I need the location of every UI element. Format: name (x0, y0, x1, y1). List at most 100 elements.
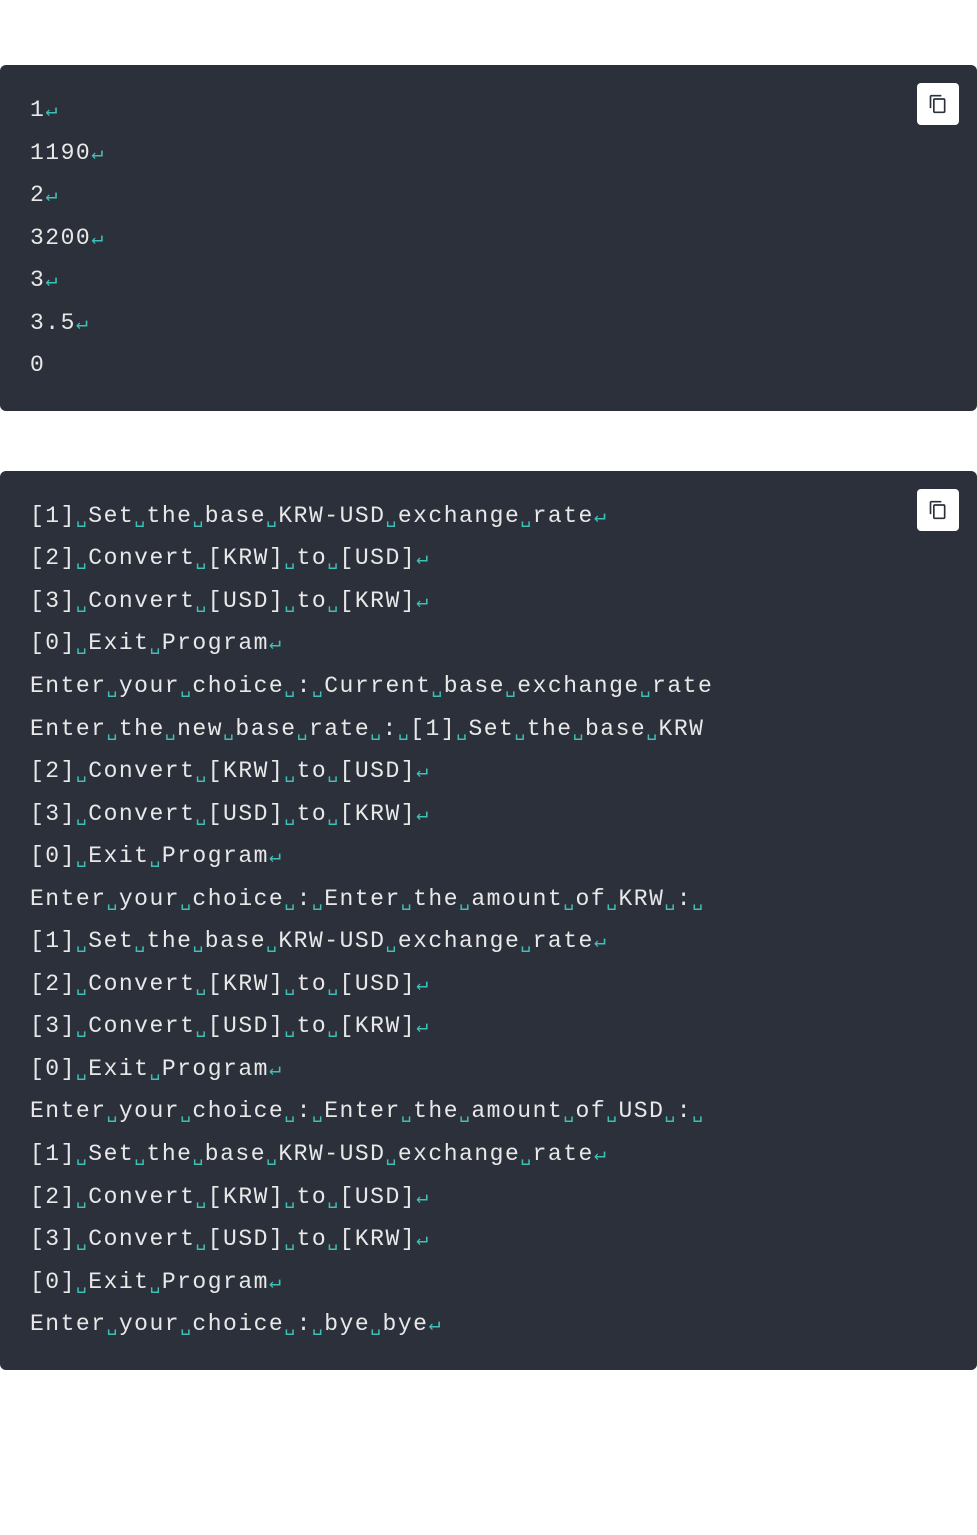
whitespace-marker (327, 588, 339, 614)
whitespace-marker (107, 673, 119, 699)
whitespace-marker (431, 673, 443, 699)
whitespace-marker (664, 1098, 676, 1124)
newline-marker (45, 97, 59, 123)
whitespace-marker (76, 758, 88, 784)
whitespace-marker (327, 758, 339, 784)
whitespace-marker (606, 1098, 618, 1124)
newline-marker (416, 588, 430, 614)
whitespace-marker (297, 716, 309, 742)
whitespace-marker (646, 716, 658, 742)
whitespace-marker (223, 716, 235, 742)
whitespace-marker (195, 1226, 207, 1252)
whitespace-marker (195, 1184, 207, 1210)
code-line: 0 (30, 344, 947, 387)
whitespace-marker (312, 1311, 324, 1337)
whitespace-marker (192, 503, 204, 529)
whitespace-marker (195, 971, 207, 997)
newline-marker (269, 630, 283, 656)
code-line: 3 (30, 259, 947, 302)
code-line: [1]SetthebaseKRW-USDexchangerate (30, 1133, 947, 1176)
code-line: Enteryourchoice:EntertheamountofUSD: (30, 1090, 947, 1133)
whitespace-marker (385, 1141, 397, 1167)
newline-marker (416, 971, 430, 997)
whitespace-marker (385, 503, 397, 529)
whitespace-marker (284, 886, 296, 912)
whitespace-marker (149, 1269, 161, 1295)
whitespace-marker (401, 886, 413, 912)
copy-button[interactable] (917, 83, 959, 125)
newline-marker (428, 1311, 442, 1337)
whitespace-marker (284, 801, 296, 827)
whitespace-marker (76, 1269, 88, 1295)
code-line: [0]ExitProgram (30, 835, 947, 878)
whitespace-marker (284, 588, 296, 614)
whitespace-marker (107, 716, 119, 742)
whitespace-marker (284, 1013, 296, 1039)
code-line: Enteryourchoice:Currentbaseexchangerate (30, 665, 947, 708)
whitespace-marker (165, 716, 177, 742)
copy-icon (928, 500, 948, 520)
input-code-block: 111902320033.50 (0, 65, 977, 411)
whitespace-marker (76, 1226, 88, 1252)
whitespace-marker (370, 1311, 382, 1337)
whitespace-marker (149, 843, 161, 869)
code-line: [3]Convert[USD]to[KRW] (30, 580, 947, 623)
whitespace-marker (692, 1098, 704, 1124)
newline-marker (416, 801, 430, 827)
whitespace-marker (180, 1098, 192, 1124)
whitespace-marker (312, 886, 324, 912)
code-line: Enteryourchoice:byebye (30, 1303, 947, 1346)
newline-marker (594, 503, 608, 529)
whitespace-marker (573, 716, 585, 742)
whitespace-marker (640, 673, 652, 699)
whitespace-marker (284, 758, 296, 784)
code-line: [2]Convert[KRW]to[USD] (30, 537, 947, 580)
code-line: 3200 (30, 217, 947, 260)
code-line: [2]Convert[KRW]to[USD] (30, 1176, 947, 1219)
whitespace-marker (398, 716, 410, 742)
whitespace-marker (180, 886, 192, 912)
code-line: 2 (30, 174, 947, 217)
whitespace-marker (327, 545, 339, 571)
whitespace-marker (149, 1056, 161, 1082)
whitespace-marker (327, 1013, 339, 1039)
code-line: [0]ExitProgram (30, 622, 947, 665)
whitespace-marker (192, 1141, 204, 1167)
whitespace-marker (284, 1226, 296, 1252)
whitespace-marker (327, 1226, 339, 1252)
newline-marker (269, 1269, 283, 1295)
whitespace-marker (195, 545, 207, 571)
whitespace-marker (520, 1141, 532, 1167)
copy-button[interactable] (917, 489, 959, 531)
whitespace-marker (149, 630, 161, 656)
whitespace-marker (312, 1098, 324, 1124)
whitespace-marker (664, 886, 676, 912)
whitespace-marker (327, 1184, 339, 1210)
code-line: [3]Convert[USD]to[KRW] (30, 793, 947, 836)
code-line: [3]Convert[USD]to[KRW] (30, 1005, 947, 1048)
newline-marker (91, 225, 105, 251)
whitespace-marker (266, 1141, 278, 1167)
whitespace-marker (284, 1098, 296, 1124)
whitespace-marker (195, 801, 207, 827)
newline-marker (45, 182, 59, 208)
whitespace-marker (76, 843, 88, 869)
newline-marker (594, 1141, 608, 1167)
code-content-1: 111902320033.50 (30, 89, 947, 387)
whitespace-marker (180, 673, 192, 699)
whitespace-marker (76, 1184, 88, 1210)
code-line: [3]Convert[USD]to[KRW] (30, 1218, 947, 1261)
whitespace-marker (266, 503, 278, 529)
whitespace-marker (401, 1098, 413, 1124)
whitespace-marker (76, 588, 88, 614)
whitespace-marker (76, 1056, 88, 1082)
whitespace-marker (327, 971, 339, 997)
whitespace-marker (327, 801, 339, 827)
whitespace-marker (284, 1311, 296, 1337)
code-line: [2]Convert[KRW]to[USD] (30, 963, 947, 1006)
whitespace-marker (266, 928, 278, 954)
whitespace-marker (107, 886, 119, 912)
code-line: [1]SetthebaseKRW-USDexchangerate (30, 920, 947, 963)
whitespace-marker (370, 716, 382, 742)
whitespace-marker (692, 886, 704, 912)
